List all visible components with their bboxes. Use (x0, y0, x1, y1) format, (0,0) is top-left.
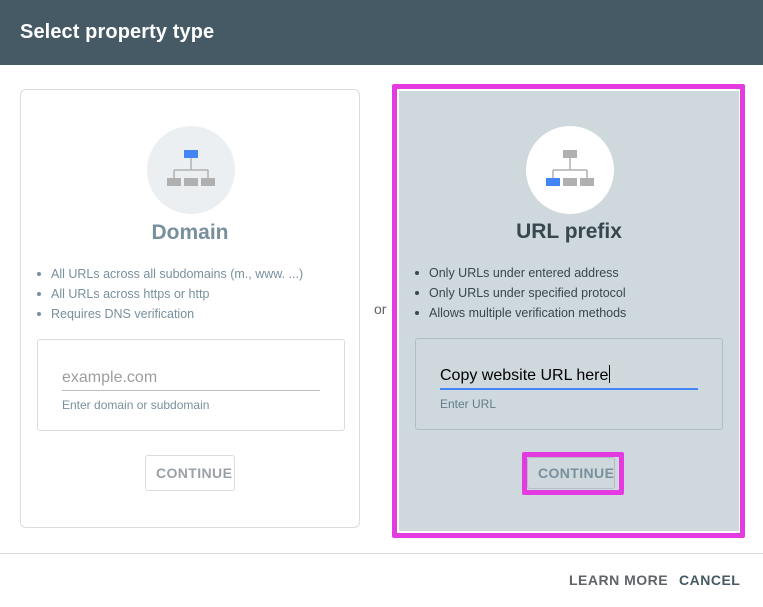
url-prefix-bullet-list: Only URLs under entered address Only URL… (415, 263, 626, 323)
url-prefix-bullet: Only URLs under specified protocol (415, 283, 626, 303)
domain-helper-text: Enter domain or subdomain (62, 398, 210, 412)
dialog-header: Select property type (0, 0, 763, 65)
url-helper-text: Enter URL (440, 397, 497, 411)
or-separator: or (374, 301, 387, 317)
sitemap-top-icon (147, 126, 235, 214)
url-prefix-card[interactable]: URL prefix Only URLs under entered addre… (399, 91, 739, 531)
url-input[interactable]: Copy website URL here (440, 365, 698, 390)
domain-bullet: Requires DNS verification (37, 304, 303, 324)
url-prefix-bullet: Allows multiple verification methods (415, 303, 626, 323)
sitemap-left-icon (526, 126, 614, 214)
domain-input[interactable] (62, 366, 320, 391)
domain-bullet: All URLs across all subdomains (m., www.… (37, 264, 303, 284)
domain-card[interactable]: Domain All URLs across all subdomains (m… (20, 89, 360, 528)
select-property-dialog: Select property type Domain All URLs acr… (0, 0, 763, 607)
url-prefix-bullet: Only URLs under entered address (415, 263, 626, 283)
domain-continue-button[interactable]: CONTINUE (145, 455, 235, 491)
url-prefix-title: URL prefix (516, 220, 622, 243)
text-caret (609, 365, 611, 383)
dialog-title: Select property type (20, 21, 215, 43)
cancel-button[interactable]: CANCEL (679, 572, 740, 588)
url-input-value: Copy website URL here (440, 367, 609, 384)
url-input-box: Copy website URL here Enter URL (415, 338, 723, 430)
domain-bullet: All URLs across https or http (37, 284, 303, 304)
footer-divider (0, 553, 763, 554)
learn-more-button[interactable]: LEARN MORE (569, 572, 668, 588)
url-continue-button[interactable]: CONTINUE (527, 457, 615, 489)
domain-title: Domain (151, 221, 229, 244)
domain-input-box: Enter domain or subdomain (37, 339, 345, 431)
domain-bullet-list: All URLs across all subdomains (m., www.… (37, 264, 303, 324)
